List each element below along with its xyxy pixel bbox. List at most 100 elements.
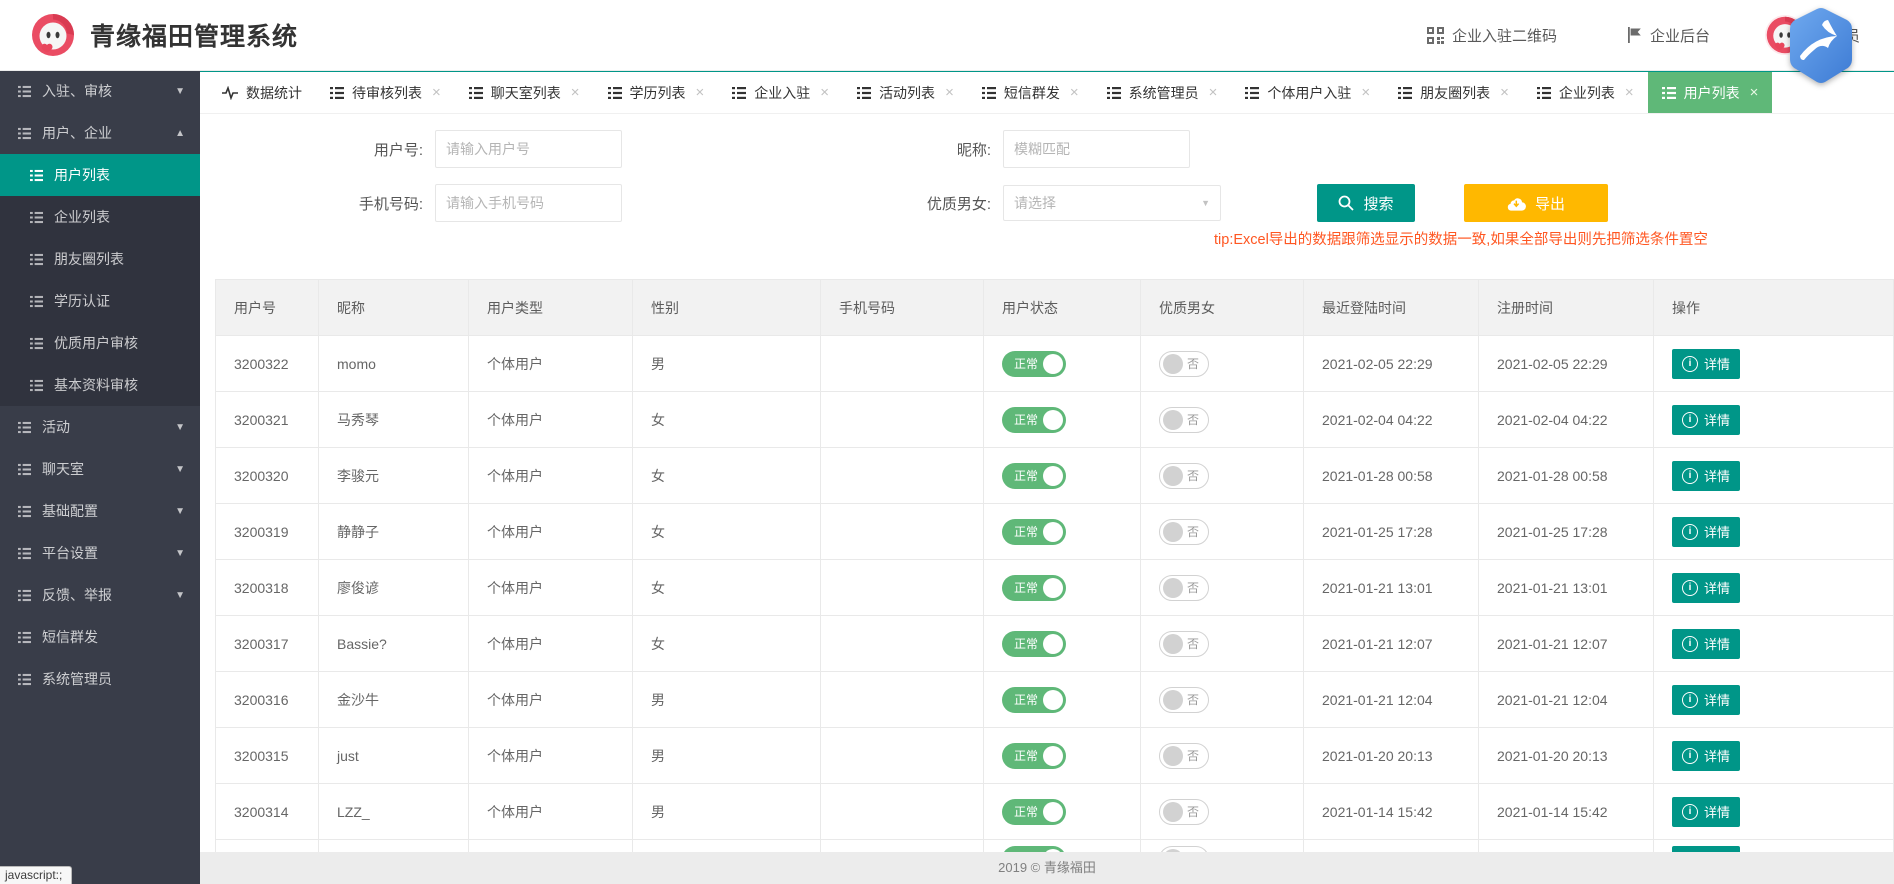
sidebar-item[interactable]: 聊天室 <box>0 448 200 490</box>
nickname-input[interactable] <box>1003 130 1190 168</box>
user-id-input[interactable] <box>435 130 622 168</box>
sidebar-item[interactable]: 反馈、举报 <box>0 574 200 616</box>
quality-toggle[interactable]: 否 <box>1159 687 1209 713</box>
tab[interactable]: 企业入驻 <box>718 72 843 113</box>
cell-gender: 女 <box>633 616 821 672</box>
close-icon[interactable] <box>1070 85 1079 100</box>
quality-toggle[interactable]: 否 <box>1159 519 1209 545</box>
list-icon <box>30 337 43 350</box>
detail-button[interactable]: 详情 <box>1672 629 1740 659</box>
tab[interactable]: 数据统计 <box>208 72 316 113</box>
table-row: 3200317 Bassie? 个体用户 女 正常 否 <box>216 616 1894 672</box>
sidebar-item[interactable]: 用户、企业 <box>0 112 200 154</box>
chevron-icon <box>175 506 185 517</box>
close-icon[interactable] <box>1750 85 1759 100</box>
quality-select[interactable]: 请选择 <box>1003 185 1221 221</box>
tab[interactable]: 企业列表 <box>1523 72 1648 113</box>
quality-toggle[interactable]: 否 <box>1159 743 1209 769</box>
detail-button[interactable]: 详情 <box>1672 573 1740 603</box>
quality-toggle[interactable]: 否 <box>1159 463 1209 489</box>
quality-toggle[interactable]: 否 <box>1159 575 1209 601</box>
sidebar-item-label: 基础配置 <box>42 501 98 521</box>
close-icon[interactable] <box>1500 85 1509 100</box>
sidebar-item[interactable]: 系统管理员 <box>0 658 200 700</box>
status-toggle[interactable]: 正常 <box>1002 351 1066 377</box>
close-icon[interactable] <box>432 85 441 100</box>
sidebar-item[interactable]: 企业列表 <box>0 196 200 238</box>
sidebar-item[interactable]: 入驻、审核 <box>0 70 200 112</box>
tab[interactable]: 用户列表 <box>1648 72 1773 113</box>
status-toggle[interactable]: 正常 <box>1002 575 1066 601</box>
cell-gender: 女 <box>633 448 821 504</box>
sidebar-item[interactable]: 用户列表 <box>0 154 200 196</box>
detail-button[interactable]: 详情 <box>1672 685 1740 715</box>
detail-button[interactable]: 详情 <box>1672 405 1740 435</box>
tab[interactable]: 活动列表 <box>843 72 968 113</box>
close-icon[interactable] <box>1361 85 1370 100</box>
company-qrcode-label: 企业入驻二维码 <box>1452 25 1557 46</box>
sidebar-item[interactable]: 优质用户审核 <box>0 322 200 364</box>
cell-status: 正常 <box>984 504 1141 560</box>
sidebar-item[interactable]: 学历认证 <box>0 280 200 322</box>
list-icon <box>30 295 43 308</box>
tab[interactable]: 短信群发 <box>968 72 1093 113</box>
detail-button[interactable]: 详情 <box>1672 461 1740 491</box>
status-toggle[interactable]: 正常 <box>1002 407 1066 433</box>
cell-user-id: 3200316 <box>216 672 319 728</box>
close-icon[interactable] <box>696 85 705 100</box>
tab[interactable]: 待审核列表 <box>316 72 455 113</box>
cell-quality: 否 <box>1141 728 1304 784</box>
tab[interactable]: 系统管理员 <box>1093 72 1232 113</box>
sidebar-item-label: 基本资料审核 <box>54 375 138 395</box>
tab[interactable]: 个体用户入驻 <box>1231 72 1384 113</box>
quality-toggle[interactable]: 否 <box>1159 799 1209 825</box>
search-button[interactable]: 搜索 <box>1317 184 1415 222</box>
company-backend-link[interactable]: 企业后台 <box>1627 25 1710 46</box>
detail-button[interactable]: 详情 <box>1672 741 1740 771</box>
detail-button[interactable]: 详情 <box>1672 349 1740 379</box>
close-icon[interactable] <box>945 85 954 100</box>
company-qrcode-link[interactable]: 企业入驻二维码 <box>1427 25 1557 46</box>
quality-toggle[interactable]: 否 <box>1159 631 1209 657</box>
bird-badge-icon[interactable] <box>1788 7 1854 90</box>
cell-phone <box>821 616 984 672</box>
tab[interactable]: 学历列表 <box>594 72 719 113</box>
cell-last-login: 2021-01-20 20:13 <box>1304 728 1479 784</box>
status-toggle[interactable]: 正常 <box>1002 631 1066 657</box>
sidebar-item[interactable]: 朋友圈列表 <box>0 238 200 280</box>
chevron-icon <box>175 464 185 475</box>
quality-toggle[interactable]: 否 <box>1159 407 1209 433</box>
sidebar-item[interactable]: 短信群发 <box>0 616 200 658</box>
col-register-time: 注册时间 <box>1479 280 1654 336</box>
sidebar-item[interactable]: 活动 <box>0 406 200 448</box>
close-icon[interactable] <box>820 85 829 100</box>
sidebar-item[interactable]: 平台设置 <box>0 532 200 574</box>
sidebar-item[interactable]: 基本资料审核 <box>0 364 200 406</box>
list-icon <box>18 85 31 98</box>
table-row: 3200314 LZZ_ 个体用户 男 正常 否 <box>216 784 1894 840</box>
close-icon[interactable] <box>1209 85 1218 100</box>
export-button[interactable]: 导出 <box>1464 184 1608 222</box>
status-toggle-label: 正常 <box>1014 467 1038 484</box>
status-toggle[interactable]: 正常 <box>1002 463 1066 489</box>
sidebar-item[interactable]: 基础配置 <box>0 490 200 532</box>
status-toggle[interactable]: 正常 <box>1002 799 1066 825</box>
list-icon <box>30 169 43 182</box>
quality-toggle[interactable]: 否 <box>1159 351 1209 377</box>
close-icon[interactable] <box>1625 85 1634 100</box>
tab[interactable]: 朋友圈列表 <box>1384 72 1523 113</box>
tab[interactable]: 聊天室列表 <box>455 72 594 113</box>
table-row: 3200318 廖俊谚 个体用户 女 正常 否 <box>216 560 1894 616</box>
cell-user-type: 个体用户 <box>469 784 633 840</box>
cell-gender: 女 <box>633 504 821 560</box>
close-icon[interactable] <box>571 85 580 100</box>
status-toggle[interactable]: 正常 <box>1002 519 1066 545</box>
tab-label: 个体用户入驻 <box>1267 83 1351 103</box>
phone-input[interactable] <box>435 184 622 222</box>
cell-quality: 否 <box>1141 672 1304 728</box>
detail-button[interactable]: 详情 <box>1672 797 1740 827</box>
table-row: 3200315 just 个体用户 男 正常 否 <box>216 728 1894 784</box>
detail-button[interactable]: 详情 <box>1672 517 1740 547</box>
status-toggle[interactable]: 正常 <box>1002 743 1066 769</box>
status-toggle[interactable]: 正常 <box>1002 687 1066 713</box>
